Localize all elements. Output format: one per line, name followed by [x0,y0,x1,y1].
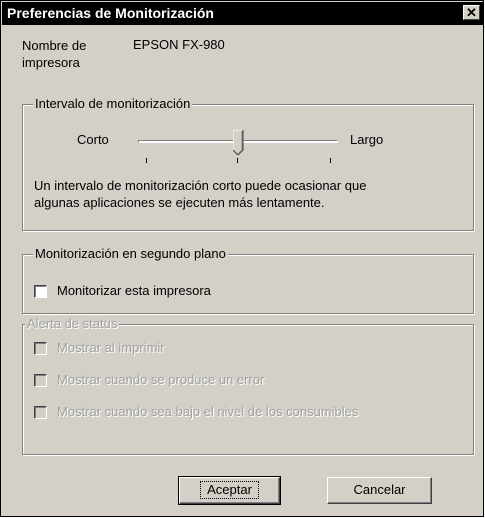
background-group-legend: Monitorización en segundo plano [33,246,228,261]
cancel-button[interactable]: Cancelar [327,477,432,504]
status-alert-legend: Alerta de status [25,316,120,331]
interval-description: Un intervalo de monitorización corto pue… [34,177,454,211]
title-bar[interactable]: Preferencias de Monitorización ✕ [2,2,483,25]
close-icon: ✕ [466,5,477,20]
show-when-printing-checkbox[interactable] [34,342,47,355]
slider-short-label: Corto [77,132,109,147]
show-low-consumables-label[interactable]: Mostrar cuando sea bajo el nivel de los … [57,404,358,419]
interval-slider-thumb[interactable] [232,129,244,156]
interval-description-line2: algunas aplicaciones se ejecuten más len… [34,195,325,210]
window-title: Preferencias de Monitorización [7,5,214,21]
interval-description-line1: Un intervalo de monitorización corto pue… [34,178,367,193]
cancel-button-label: Cancelar [353,482,406,497]
accept-button-label: Aceptar [200,481,259,499]
monitor-printer-checkbox[interactable] [34,285,47,298]
show-when-printing-label[interactable]: Mostrar al imprimir [57,340,165,355]
show-on-error-checkbox[interactable] [34,374,47,387]
interval-group: Intervalo de monitorización [22,96,474,231]
printer-name-value: EPSON FX-980 [133,37,225,52]
slider-thumb-icon [232,129,244,156]
slider-tick-max [330,158,331,163]
interval-group-legend: Intervalo de monitorización [33,96,193,111]
accept-button[interactable]: Aceptar [178,476,281,505]
show-low-consumables-checkbox[interactable] [34,406,47,419]
slider-long-label: Largo [350,132,384,147]
monitoring-preferences-dialog: Preferencias de Monitorización ✕ Nombre … [0,0,484,517]
show-on-error-label[interactable]: Mostrar cuando se produce un error [57,372,264,387]
close-button[interactable]: ✕ [463,5,480,20]
printer-name-label-line2: impresora [22,55,80,70]
slider-tick-mid [237,158,238,163]
slider-tick-min [146,158,147,163]
printer-name-label: Nombre de impresora [22,37,86,71]
monitor-printer-label[interactable]: Monitorizar esta impresora [57,283,211,298]
printer-name-label-line1: Nombre de [22,38,87,53]
